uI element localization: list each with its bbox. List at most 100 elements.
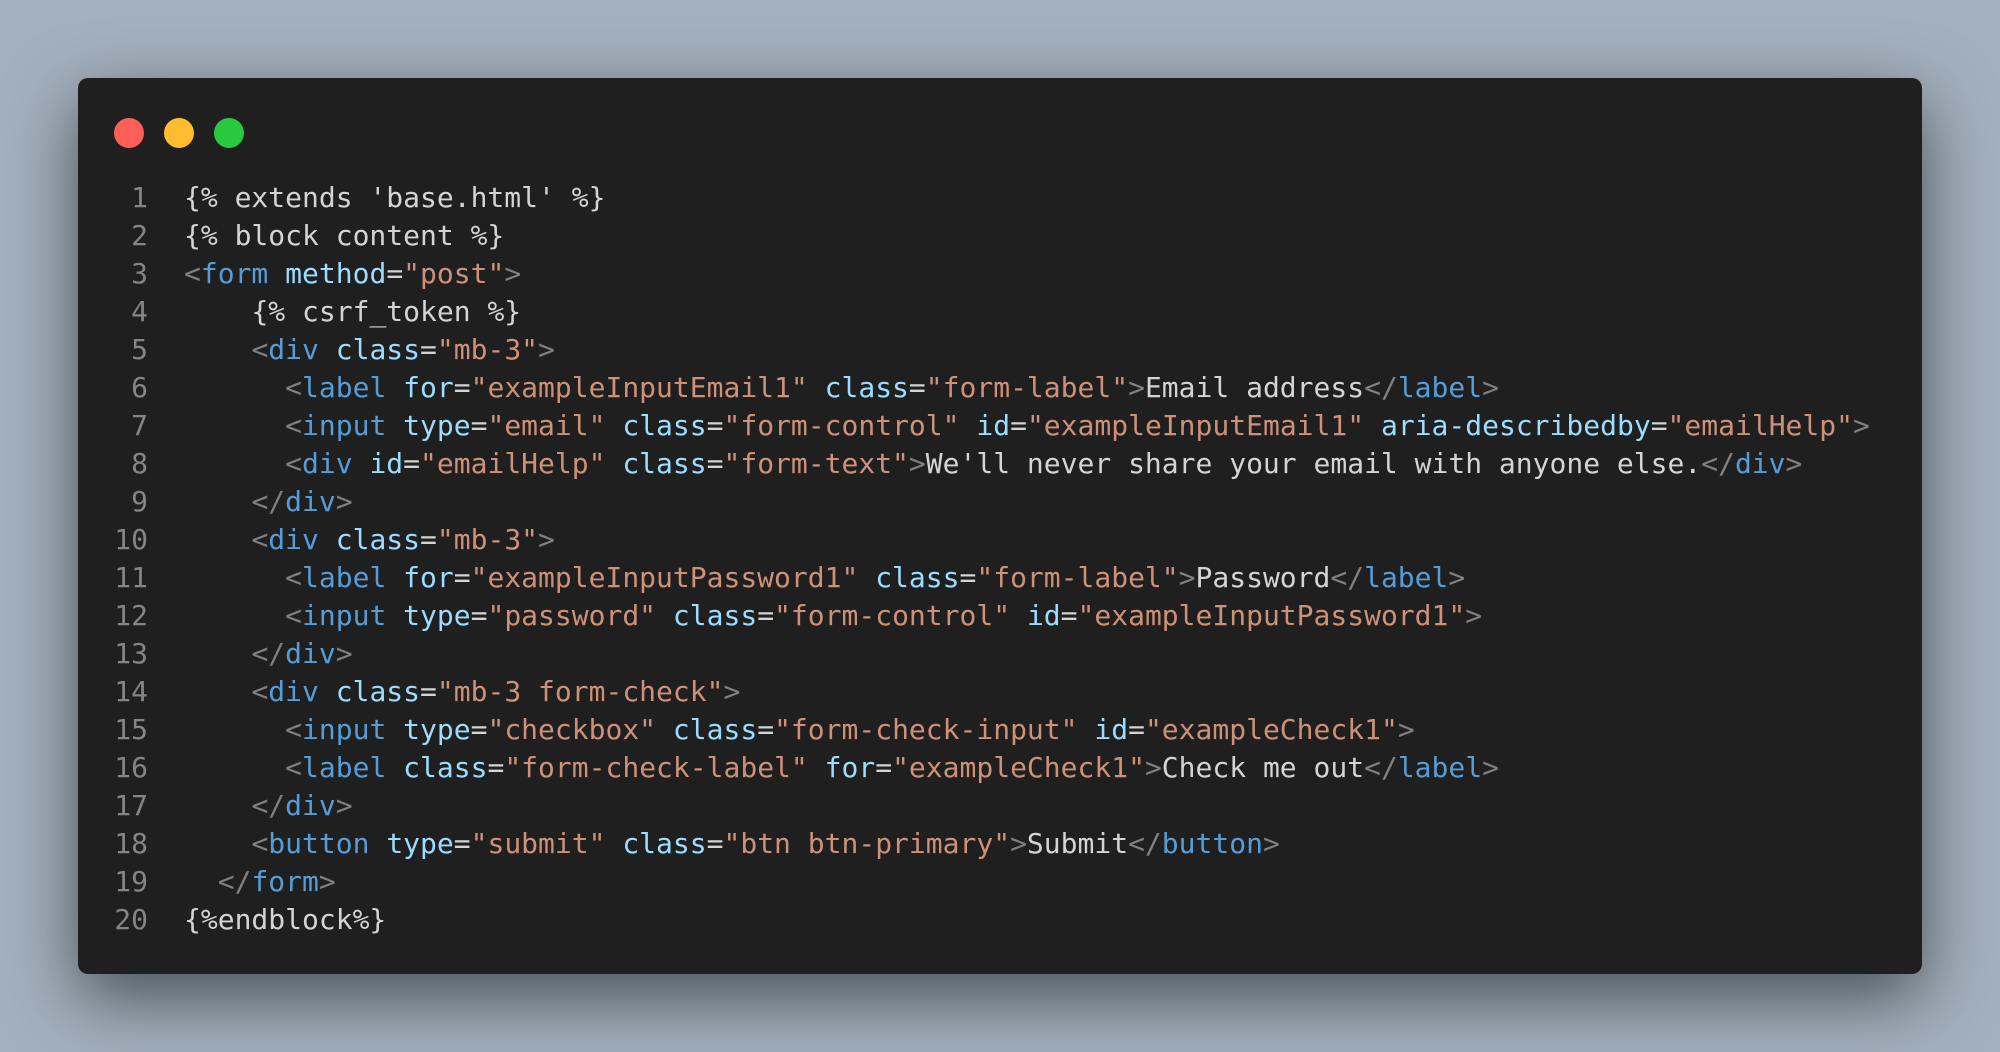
code-token: = <box>706 827 724 860</box>
code-token: > <box>908 447 926 480</box>
line-source: {% extends 'base.html' %} <box>184 181 605 214</box>
code-token: = <box>1060 599 1078 632</box>
code-token: {% block content %} <box>184 219 505 252</box>
code-token: "exampleInputPassword1" <box>470 561 859 594</box>
code-line: 19 </form> <box>78 863 1922 901</box>
code-token: button <box>1161 827 1263 860</box>
code-token: "mb-3" <box>436 333 539 366</box>
code-token: = <box>908 371 926 404</box>
code-token: "form-label" <box>925 371 1129 404</box>
line-number: 10 <box>114 523 148 556</box>
code-token: div <box>268 675 319 708</box>
code-token: < <box>184 257 201 290</box>
code-token: class <box>335 523 421 556</box>
line-source: {%endblock%} <box>184 903 386 936</box>
code-token: "submit" <box>470 827 606 860</box>
code-token: < <box>251 675 269 708</box>
line-number: 5 <box>131 333 148 366</box>
code-token: class <box>403 751 488 784</box>
line-number: 13 <box>114 637 148 670</box>
code-token: </ <box>251 789 286 822</box>
line-source: <button type="submit" class="btn btn-pri… <box>184 827 1280 860</box>
code-token: "form-check-label" <box>504 751 808 784</box>
code-token: > <box>1128 371 1145 404</box>
code-token: = <box>420 675 437 708</box>
code-token: for <box>403 371 454 404</box>
code-token: "exampleInputEmail1" <box>470 371 808 404</box>
code-token: "exampleCheck1" <box>892 751 1145 784</box>
code-token: </ <box>1128 827 1162 860</box>
code-token: class <box>875 561 960 594</box>
code-token: "form-check-input" <box>774 713 1078 746</box>
code-token: label <box>1397 371 1483 404</box>
code-token: class <box>622 409 707 442</box>
code-token: aria-describedby <box>1380 409 1651 442</box>
code-token: < <box>251 827 269 860</box>
code-token: id <box>1026 599 1061 632</box>
line-source: {% csrf_token %} <box>184 295 521 328</box>
code-token: > <box>538 333 555 366</box>
code-token: method <box>285 257 387 290</box>
code-token: input <box>302 599 387 632</box>
code-token: type <box>403 599 471 632</box>
code-token: = <box>420 333 437 366</box>
code-token: > <box>1010 827 1027 860</box>
code-token: = <box>453 827 471 860</box>
code-token: div <box>268 333 319 366</box>
line-source: <input type="checkbox" class="form-check… <box>184 713 1415 746</box>
code-line: 3 <form method="post"> <box>78 255 1922 293</box>
line-number: 17 <box>114 789 148 822</box>
code-token: div <box>285 637 336 670</box>
code-token: </ <box>1330 561 1365 594</box>
code-token: = <box>706 447 724 480</box>
line-source: <div id="emailHelp" class="form-text">We… <box>184 447 1802 480</box>
code-token: label <box>1397 751 1483 784</box>
code-token: > <box>723 675 741 708</box>
code-token: div <box>1734 447 1786 480</box>
code-token: div <box>285 485 336 518</box>
code-token: type <box>403 713 471 746</box>
code-line: 17 </div> <box>78 787 1922 825</box>
code-token: > <box>538 523 555 556</box>
code-token: "mb-3" <box>436 523 539 556</box>
code-token: > <box>1852 409 1870 442</box>
code-token: for <box>403 561 454 594</box>
code-token: = <box>403 447 421 480</box>
zoom-dot[interactable] <box>214 118 244 148</box>
line-number: 19 <box>114 865 148 898</box>
minimize-dot[interactable] <box>164 118 194 148</box>
code-token: = <box>1650 409 1668 442</box>
code-token: Check me out <box>1161 751 1365 784</box>
code-token: = <box>875 751 893 784</box>
code-token: = <box>453 371 471 404</box>
code-token: > <box>335 485 353 518</box>
close-dot[interactable] <box>114 118 144 148</box>
code-token: > <box>1262 827 1280 860</box>
code-line: 14 <div class="mb-3 form-check"> <box>78 673 1922 711</box>
code-token: > <box>1448 561 1466 594</box>
code-token: Submit <box>1026 827 1129 860</box>
line-number: 4 <box>131 295 148 328</box>
code-token: = <box>420 523 437 556</box>
code-token: = <box>959 561 977 594</box>
